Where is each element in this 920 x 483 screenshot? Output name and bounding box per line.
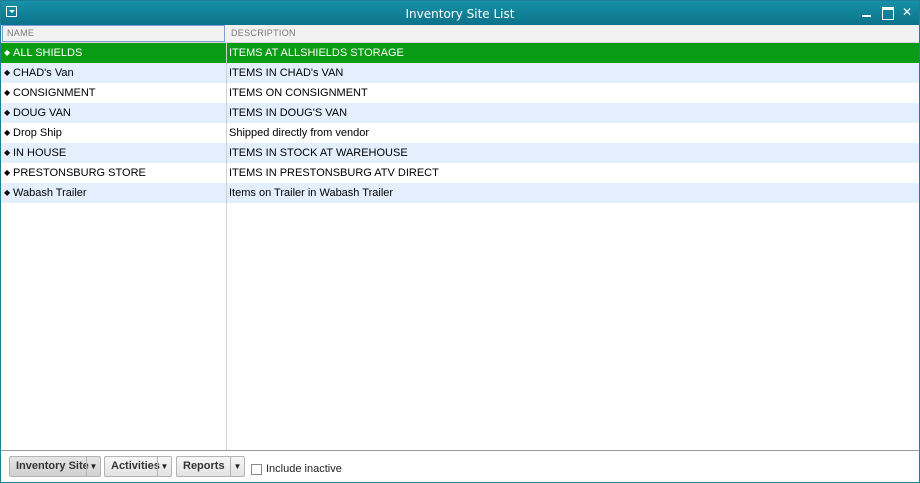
minimize-icon[interactable] xyxy=(861,6,873,18)
dropdown-arrow-icon[interactable]: ▼ xyxy=(86,457,100,476)
bullet-icon: ◆ xyxy=(4,48,11,57)
row-description: ITEMS IN DOUG'S VAN xyxy=(229,107,348,119)
row-description: Items on Trailer in Wabash Trailer xyxy=(229,187,394,199)
row-name-cell: ◆ IN HOUSE xyxy=(4,143,224,163)
list-header: NAME DESCRIPTION xyxy=(1,25,919,43)
maximize-icon[interactable] xyxy=(881,6,894,20)
row-name-cell: ◆ CHAD's Van xyxy=(4,63,224,83)
list-row-prestonsburg-store[interactable]: ◆ PRESTONSBURG STORE ITEMS IN PRESTONSBUR… xyxy=(1,163,919,183)
row-name-cell: ◆ Drop Ship xyxy=(4,123,224,143)
row-description: Shipped directly from vendor xyxy=(229,127,370,139)
footer-toolbar: Inventory Site ▼ Activities ▼ Reports ▼ … xyxy=(1,450,919,482)
activities-menu-button[interactable]: Activities ▼ xyxy=(104,456,172,477)
reports-menu-button[interactable]: Reports ▼ xyxy=(176,456,245,477)
row-name-cell: ◆ CONSIGNMENT xyxy=(4,83,224,103)
row-name: Wabash Trailer xyxy=(13,187,87,199)
inventory-site-list: NAME DESCRIPTION ◆ ALL SHIELDS ITEMS AT A… xyxy=(1,25,919,450)
bullet-icon: ◆ xyxy=(4,68,11,77)
row-name: CHAD's Van xyxy=(13,67,74,79)
include-inactive-label: Include inactive xyxy=(266,463,342,475)
list-row-consignment[interactable]: ◆ CONSIGNMENT ITEMS ON CONSIGNMENT xyxy=(1,83,919,103)
activities-label: Activities xyxy=(111,460,160,472)
column-header-name[interactable]: NAME xyxy=(2,25,225,42)
bullet-icon: ◆ xyxy=(4,168,11,177)
column-header-description[interactable]: DESCRIPTION xyxy=(227,25,919,43)
include-inactive-toggle[interactable]: Include inactive xyxy=(251,462,342,476)
bullet-icon: ◆ xyxy=(4,188,11,197)
row-description: ITEMS AT ALLSHIELDS STORAGE xyxy=(229,47,404,59)
row-name-cell: ◆ Wabash Trailer xyxy=(4,183,224,203)
title-bar[interactable]: Inventory Site List ✕ xyxy=(1,1,919,25)
row-name: CONSIGNMENT xyxy=(13,87,96,99)
column-divider[interactable] xyxy=(226,43,227,450)
window-controls: ✕ xyxy=(861,6,913,20)
row-description: ITEMS ON CONSIGNMENT xyxy=(229,87,368,99)
bullet-icon: ◆ xyxy=(4,88,11,97)
row-description: ITEMS IN STOCK AT WAREHOUSE xyxy=(229,147,408,159)
list-row-drop-ship[interactable]: ◆ Drop Ship Shipped directly from vendor xyxy=(1,123,919,143)
row-name: PRESTONSBURG STORE xyxy=(13,167,146,179)
row-name: Drop Ship xyxy=(13,127,62,139)
dropdown-arrow-icon[interactable]: ▼ xyxy=(230,457,244,476)
reports-label: Reports xyxy=(183,460,225,472)
list-row-wabash-trailer[interactable]: ◆ Wabash Trailer Items on Trailer in Waba… xyxy=(1,183,919,203)
list-row-all-shields[interactable]: ◆ ALL SHIELDS ITEMS AT ALLSHIELDS STORAGE xyxy=(1,43,919,63)
list-rows: ◆ ALL SHIELDS ITEMS AT ALLSHIELDS STORAGE… xyxy=(1,43,919,203)
bullet-icon: ◆ xyxy=(4,108,11,117)
include-inactive-checkbox[interactable] xyxy=(251,463,262,475)
row-name-cell: ◆ ALL SHIELDS xyxy=(4,43,224,63)
list-row-in-house[interactable]: ◆ IN HOUSE ITEMS IN STOCK AT WAREHOUSE xyxy=(1,143,919,163)
inventory-site-list-window: Inventory Site List ✕ NAME DESCRIPTION ◆… xyxy=(0,0,920,483)
bullet-icon: ◆ xyxy=(4,128,11,137)
list-row-doug-van[interactable]: ◆ DOUG VAN ITEMS IN DOUG'S VAN xyxy=(1,103,919,123)
close-icon[interactable]: ✕ xyxy=(901,6,913,18)
list-row-chads-van[interactable]: ◆ CHAD's Van ITEMS IN CHAD's VAN xyxy=(1,63,919,83)
dropdown-arrow-icon[interactable]: ▼ xyxy=(157,457,171,476)
inventory-site-label: Inventory Site xyxy=(16,460,89,472)
bullet-icon: ◆ xyxy=(4,148,11,157)
row-description: ITEMS IN CHAD's VAN xyxy=(229,67,344,79)
row-name: IN HOUSE xyxy=(13,147,67,159)
inventory-site-menu-button[interactable]: Inventory Site ▼ xyxy=(9,456,101,477)
row-name: ALL SHIELDS xyxy=(13,47,83,59)
row-name-cell: ◆ DOUG VAN xyxy=(4,103,224,123)
row-description: ITEMS IN PRESTONSBURG ATV DIRECT xyxy=(229,167,439,179)
row-name: DOUG VAN xyxy=(13,107,71,119)
row-name-cell: ◆ PRESTONSBURG STORE xyxy=(4,163,224,183)
window-title: Inventory Site List xyxy=(405,7,515,21)
